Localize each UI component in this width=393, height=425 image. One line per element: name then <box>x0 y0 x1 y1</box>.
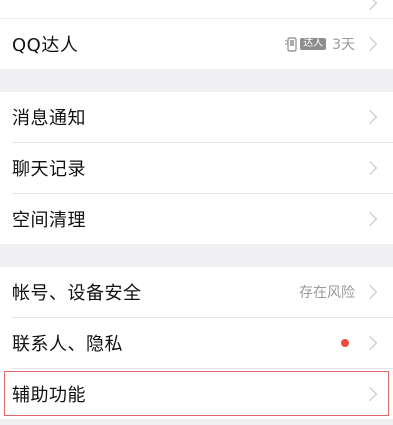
red-dot-icon <box>341 339 349 347</box>
settings-group-talent: QQ达人 达人 3天 <box>0 19 393 69</box>
qq-talent-label: QQ达人 <box>12 35 79 56</box>
contacts-privacy-label: 联系人、隐私 <box>12 334 123 355</box>
settings-group-general: 消息通知 聊天记录 空间清理 <box>0 92 393 244</box>
settings-group-top <box>0 0 393 18</box>
chevron-right-icon <box>362 335 378 351</box>
chat-history-label: 聊天记录 <box>12 159 86 180</box>
chat-history-row[interactable]: 聊天记录 <box>0 143 393 193</box>
chevron-right-icon <box>362 386 378 402</box>
message-notification-label: 消息通知 <box>12 108 86 129</box>
chevron-right-icon <box>362 109 378 125</box>
accessibility-label: 辅助功能 <box>12 385 86 406</box>
message-notification-row[interactable]: 消息通知 <box>0 92 393 142</box>
accessibility-row[interactable]: 辅助功能 <box>0 369 393 419</box>
account-security-row[interactable]: 帐号、设备安全 存在风险 <box>0 267 393 317</box>
contacts-privacy-row[interactable]: 联系人、隐私 <box>0 318 393 368</box>
qq-talent-row[interactable]: QQ达人 达人 3天 <box>0 19 393 69</box>
chevron-right-icon <box>362 211 378 227</box>
chevron-right-icon <box>362 0 378 11</box>
account-security-label: 帐号、设备安全 <box>12 283 142 304</box>
chevron-right-icon <box>362 284 378 300</box>
chevron-right-icon <box>362 36 378 52</box>
phone-icon <box>285 36 297 52</box>
settings-group-security: 帐号、设备安全 存在风险 联系人、隐私 辅助功能 <box>0 267 393 419</box>
talent-days: 3天 <box>332 37 355 53</box>
chevron-right-icon <box>362 160 378 176</box>
space-cleanup-label: 空间清理 <box>12 210 86 231</box>
phone-wings-icon: 达人 <box>285 36 327 52</box>
risk-status-text: 存在风险 <box>299 285 355 301</box>
space-cleanup-row[interactable]: 空间清理 <box>0 194 393 244</box>
talent-badge: 达人 <box>300 38 327 50</box>
